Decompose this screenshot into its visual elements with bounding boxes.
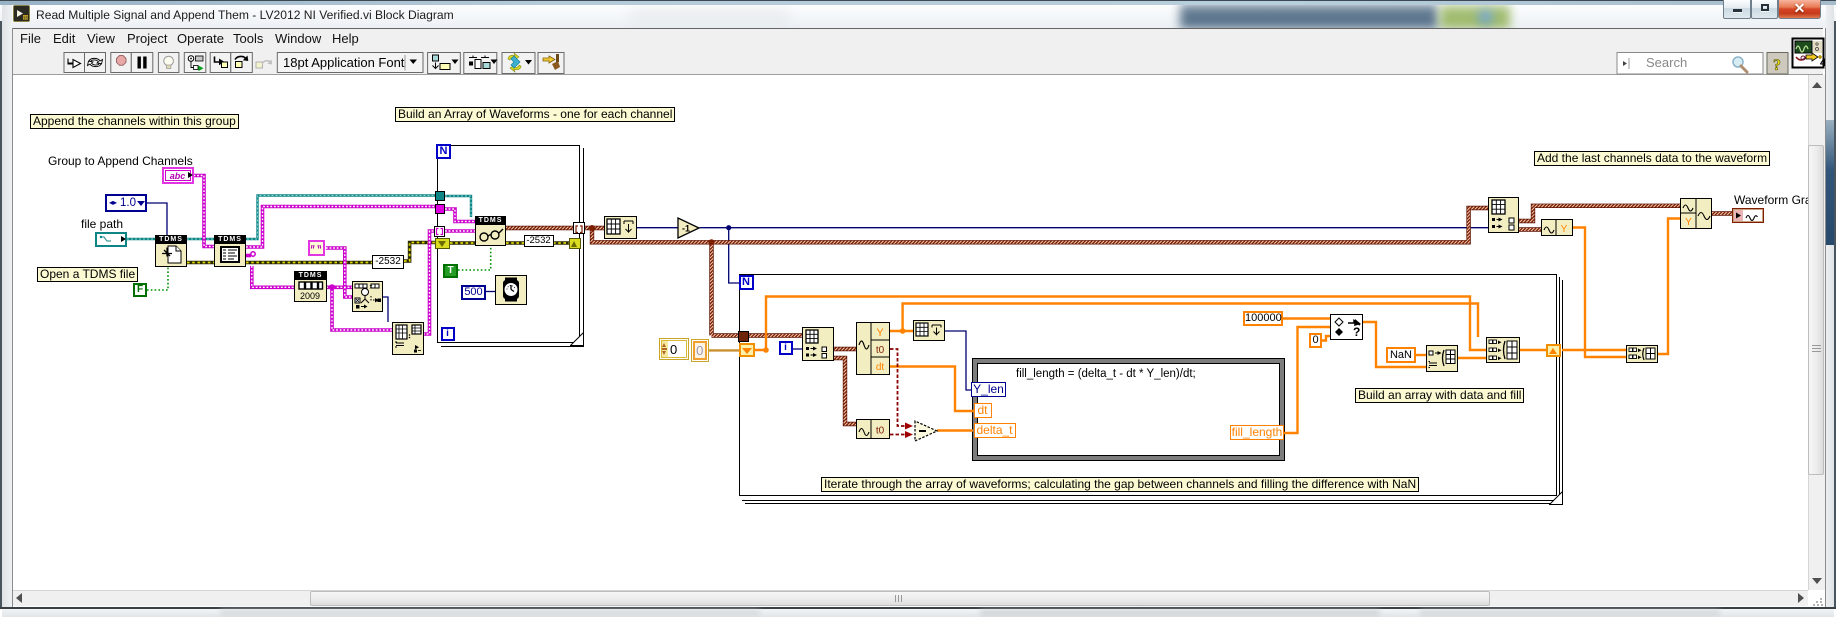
- svg-text:-1: -1: [682, 224, 690, 234]
- svg-text:2009: 2009: [300, 291, 320, 301]
- svg-text:t0: t0: [876, 345, 885, 356]
- svg-text:Y: Y: [1561, 224, 1568, 235]
- svg-text:Y: Y: [876, 327, 884, 339]
- svg-text:t0: t0: [876, 426, 885, 437]
- svg-text:dt: dt: [876, 362, 885, 373]
- svg-text:Y: Y: [1685, 217, 1692, 228]
- svg-text:?: ?: [1353, 325, 1360, 339]
- svg-text:x: x: [370, 285, 373, 291]
